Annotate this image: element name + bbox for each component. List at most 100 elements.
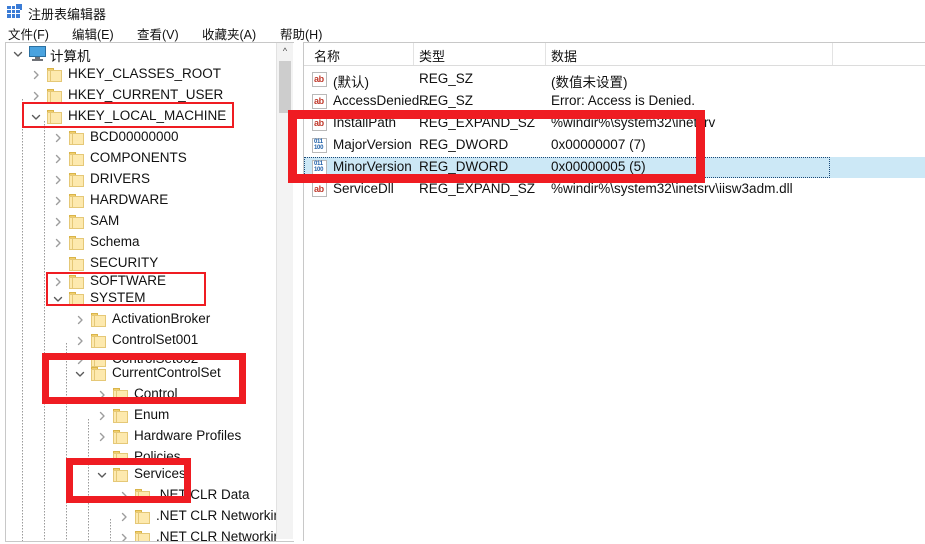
menu-item-favorites[interactable]: 收藏夹(A) xyxy=(202,24,256,43)
chevron-down-icon[interactable] xyxy=(74,368,86,380)
folder-icon xyxy=(113,451,128,465)
column-header[interactable]: 类型 xyxy=(419,46,445,65)
chevron-right-icon[interactable] xyxy=(118,532,130,541)
window-title: 注册表编辑器 xyxy=(28,7,107,22)
tree-guide-line xyxy=(66,343,67,541)
value-row[interactable]: ab InstallPath REG_EXPAND_SZ %windir%\syste… xyxy=(304,113,925,134)
chevron-right-icon[interactable] xyxy=(30,90,42,102)
chevron-right-icon[interactable] xyxy=(74,335,86,347)
chevron-right-icon[interactable] xyxy=(118,511,130,523)
value-name: ServiceDll xyxy=(333,181,394,196)
chevron-right-icon[interactable] xyxy=(52,174,64,186)
folder-icon xyxy=(113,409,128,423)
chevron-right-icon[interactable] xyxy=(52,195,64,207)
chevron-right-icon[interactable] xyxy=(30,69,42,81)
folder-icon xyxy=(91,334,106,348)
folder-icon xyxy=(91,367,106,381)
value-name: MinorVersion xyxy=(333,159,412,174)
column-header[interactable]: 数据 xyxy=(551,46,577,65)
tree-node-label: Services xyxy=(134,466,186,481)
folder-icon xyxy=(69,215,84,229)
chevron-right-icon[interactable] xyxy=(52,132,64,144)
chevron-right-icon[interactable] xyxy=(96,389,108,401)
value-name: (默认) xyxy=(333,75,369,90)
string-value-icon: ab xyxy=(312,94,327,109)
tree-node-label: HKEY_CLASSES_ROOT xyxy=(68,66,222,81)
chevron-right-icon[interactable] xyxy=(74,314,86,326)
value-data: Error: Access is Denied. xyxy=(551,93,696,108)
chevron-down-icon[interactable] xyxy=(30,111,42,123)
tree-node-label: DRIVERS xyxy=(90,171,151,186)
folder-icon xyxy=(91,313,106,327)
value-type: REG_SZ xyxy=(419,71,474,86)
regedit-icon xyxy=(6,4,22,20)
chevron-down-icon[interactable] xyxy=(12,48,24,60)
value-row[interactable]: ab (默认) REG_SZ (数值未设置) xyxy=(304,69,925,90)
value-type: REG_EXPAND_SZ xyxy=(419,181,536,196)
chevron-right-icon[interactable] xyxy=(52,276,64,288)
folder-icon xyxy=(69,236,84,250)
registry-tree[interactable]: 计算机 HKEY_CLASSES_ROOT HKEY_CURRENT_USER HKE… xyxy=(6,43,278,541)
string-value-icon: ab xyxy=(312,182,327,197)
registry-tree-pane[interactable]: 计算机 HKEY_CLASSES_ROOT HKEY_CURRENT_USER HKE… xyxy=(5,42,294,542)
value-name: MajorVersion xyxy=(333,137,412,152)
menu-item-edit[interactable]: 编辑(E) xyxy=(72,24,114,43)
tree-node-label: Enum xyxy=(134,407,170,422)
folder-icon xyxy=(135,489,150,503)
chevron-right-icon[interactable] xyxy=(52,216,64,228)
tree-node-label: Control xyxy=(134,386,178,401)
value-row[interactable]: ab AccessDenied... REG_SZ Error: Access is … xyxy=(304,91,925,112)
tree-node-label: SECURITY xyxy=(90,255,159,270)
folder-icon xyxy=(69,275,84,289)
tree-node-label: SOFTWARE xyxy=(90,273,166,288)
value-type: REG_SZ xyxy=(419,93,474,108)
scroll-up-arrow-icon[interactable]: ^ xyxy=(277,43,293,60)
computer-icon xyxy=(29,46,46,61)
scrollbar-thumb[interactable] xyxy=(279,61,291,113)
tree-node-label: .NET CLR Networking 4 xyxy=(156,529,278,541)
chevron-right-icon[interactable] xyxy=(52,237,64,249)
folder-icon xyxy=(47,68,62,82)
values-list-header: 名称 类型 数据 xyxy=(304,43,925,66)
menu-item-help[interactable]: 帮助(H) xyxy=(280,24,322,43)
tree-node-label: ControlSet002 xyxy=(112,351,199,366)
tree-node-label: .NET CLR Networking xyxy=(156,508,278,523)
value-row[interactable]: ab ServiceDll REG_EXPAND_SZ %windir%\system… xyxy=(304,179,925,200)
chevron-down-icon[interactable] xyxy=(96,469,108,481)
chevron-right-icon[interactable] xyxy=(74,354,86,366)
folder-icon xyxy=(69,257,84,271)
chevron-right-icon[interactable] xyxy=(52,153,64,165)
folder-icon xyxy=(113,430,128,444)
column-separator[interactable] xyxy=(413,43,414,65)
folder-icon xyxy=(135,510,150,524)
registry-editor-window: 注册表编辑器 文件(F) 编辑(E) 查看(V) 收藏夹(A) 帮助(H) 计算… xyxy=(0,0,925,544)
chevron-right-icon[interactable] xyxy=(118,490,130,502)
chevron-right-icon[interactable] xyxy=(96,431,108,443)
tree-node-label: COMPONENTS xyxy=(90,150,187,165)
tree-guide-line xyxy=(44,121,45,541)
tree-node-label: Hardware Profiles xyxy=(134,428,242,443)
menu-item-file[interactable]: 文件(F) xyxy=(8,24,49,43)
value-row[interactable]: 011 100 MinorVersion REG_DWORD 0x00000005 (5… xyxy=(304,157,925,178)
value-data: 0x00000005 (5) xyxy=(551,159,646,174)
value-name: InstallPath xyxy=(333,115,397,130)
chevron-down-icon[interactable] xyxy=(52,293,64,305)
dword-value-icon: 011 100 xyxy=(312,160,327,175)
tree-node-label: SYSTEM xyxy=(90,290,146,305)
tree-node-label: Schema xyxy=(90,234,140,249)
values-list-pane[interactable]: 名称 类型 数据 ab (默认) REG_SZ (数值未设置) ab AccessDenied… xyxy=(303,42,925,541)
tree-vertical-scrollbar[interactable]: ^ xyxy=(276,43,293,539)
tree-node-label: BCD00000000 xyxy=(90,129,179,144)
value-row[interactable]: 011 100 MajorVersion REG_DWORD 0x00000007 (7… xyxy=(304,135,925,156)
column-header[interactable]: 名称 xyxy=(314,46,340,65)
value-data: %windir%\system32\inetsrv\iisw3adm.dll xyxy=(551,181,793,196)
chevron-right-icon[interactable] xyxy=(96,410,108,422)
tree-guide-line xyxy=(110,519,111,541)
tree-guide-line xyxy=(22,99,23,541)
tree-guide-line xyxy=(88,419,89,541)
value-data: %windir%\system32\inetsrv xyxy=(551,115,716,130)
column-separator[interactable] xyxy=(545,43,546,65)
column-separator[interactable] xyxy=(832,43,833,65)
menu-item-view[interactable]: 查看(V) xyxy=(137,24,179,43)
folder-icon xyxy=(113,468,128,482)
